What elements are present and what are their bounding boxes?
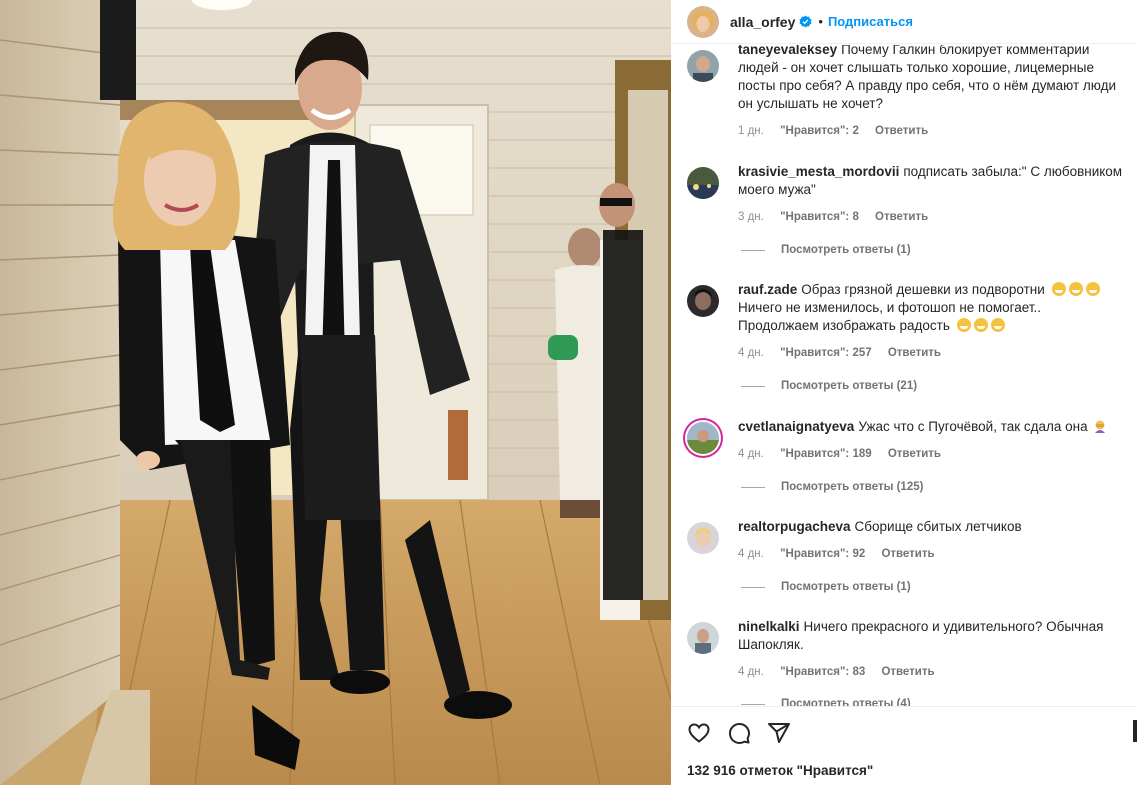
- view-replies-button[interactable]: Посмотреть ответы (21): [741, 380, 917, 392]
- author-username[interactable]: alla_orfey: [730, 14, 795, 30]
- post-image: [0, 0, 671, 785]
- comment-username[interactable]: cvetlanaignatyeva: [738, 419, 854, 434]
- replies-divider: [741, 385, 765, 387]
- post-header: alla_orfey • Подписаться: [671, 0, 1137, 44]
- commenter-avatar[interactable]: [687, 167, 719, 199]
- comment-meta: 3 дн. "Нравится": 8 Ответить: [738, 208, 1123, 226]
- comment-likes[interactable]: "Нравится": 92: [780, 548, 865, 560]
- commenter-avatar[interactable]: [687, 50, 719, 82]
- comment-age[interactable]: 4 дн.: [738, 448, 764, 460]
- comment-age[interactable]: 4 дн.: [738, 347, 764, 359]
- view-replies-label: Посмотреть ответы (1): [781, 581, 911, 593]
- follow-button[interactable]: Подписаться: [828, 14, 913, 29]
- grimacing-face-emoji: [973, 318, 988, 332]
- comment-text: Сборище сбитых летчиков: [854, 519, 1022, 534]
- comment-meta: 1 дн. "Нравится": 2 Ответить: [738, 122, 1123, 140]
- comment-likes[interactable]: "Нравится": 2: [780, 125, 859, 137]
- grimacing-face-emoji: [956, 318, 971, 332]
- reply-button[interactable]: Ответить: [875, 125, 928, 137]
- comment-meta: 4 дн. "Нравится": 189 Ответить: [738, 445, 1123, 463]
- grimacing-face-emoji: [1068, 282, 1083, 296]
- comment-username[interactable]: krasivie_mesta_mordovii: [738, 164, 899, 179]
- replies-divider: [741, 486, 765, 488]
- view-replies-button[interactable]: Посмотреть ответы (4): [741, 698, 911, 706]
- commenter-avatar[interactable]: [687, 285, 719, 317]
- comment-likes[interactable]: "Нравится": 189: [780, 448, 872, 460]
- view-replies-button[interactable]: Посмотреть ответы (125): [741, 481, 923, 493]
- commenter-avatar[interactable]: [687, 622, 719, 654]
- author-avatar[interactable]: [687, 5, 719, 38]
- scrollbar-thumb[interactable]: [1133, 720, 1137, 742]
- view-replies-button[interactable]: Посмотреть ответы (1): [741, 244, 911, 256]
- view-replies-label: Посмотреть ответы (125): [781, 481, 924, 493]
- comment-age[interactable]: 4 дн.: [738, 666, 764, 678]
- comment-meta: 4 дн. "Нравится": 83 Ответить: [738, 663, 1123, 681]
- comment-text: Образ грязной дешевки из подворотни: [801, 282, 1045, 297]
- commenter-avatar[interactable]: [687, 422, 719, 454]
- comment-age[interactable]: 1 дн.: [738, 125, 764, 137]
- comment-meta: 4 дн. "Нравится": 257 Ответить: [738, 344, 1123, 362]
- heart-icon[interactable]: [687, 721, 711, 745]
- view-replies-label: Посмотреть ответы (4): [781, 698, 911, 706]
- comment-age[interactable]: 4 дн.: [738, 548, 764, 560]
- comment-text: Ужас что с Пугочёвой, так сдала она: [858, 419, 1088, 434]
- likes-count[interactable]: 132 916 отметок "Нравится": [687, 763, 873, 778]
- post-photo[interactable]: [0, 0, 671, 785]
- comment-username[interactable]: taneyevaleksey: [738, 45, 837, 57]
- reply-button[interactable]: Ответить: [888, 347, 941, 359]
- comment-username[interactable]: realtorpugacheva: [738, 519, 851, 534]
- comment-likes[interactable]: "Нравится": 257: [780, 347, 872, 359]
- comment-age[interactable]: 3 дн.: [738, 211, 764, 223]
- view-replies-label: Посмотреть ответы (1): [781, 244, 911, 256]
- replies-divider: [741, 249, 765, 251]
- view-replies-label: Посмотреть ответы (21): [781, 380, 918, 392]
- commenter-avatar[interactable]: [687, 522, 719, 554]
- action-icons: [687, 721, 791, 745]
- view-replies-button[interactable]: Посмотреть ответы (1): [741, 581, 911, 593]
- facepalm-emoji: [1093, 419, 1107, 433]
- reply-button[interactable]: Ответить: [881, 666, 934, 678]
- comment-likes[interactable]: "Нравится": 83: [780, 666, 865, 678]
- grimacing-face-emoji: [990, 318, 1005, 332]
- reply-button[interactable]: Ответить: [888, 448, 941, 460]
- post-side-panel: alla_orfey • Подписаться taneyevaleksey П…: [671, 0, 1137, 785]
- comment-username[interactable]: rauf.zade: [738, 282, 797, 297]
- reply-button[interactable]: Ответить: [875, 211, 928, 223]
- comment-likes[interactable]: "Нравится": 8: [780, 211, 859, 223]
- header-separator: •: [818, 14, 823, 29]
- replies-divider: [741, 703, 765, 705]
- comment-username[interactable]: ninelkalki: [738, 619, 800, 634]
- grimacing-face-emoji: [1085, 282, 1100, 296]
- send-icon[interactable]: [767, 721, 791, 745]
- verified-badge-icon: [799, 15, 812, 28]
- comment-meta: 4 дн. "Нравится": 92 Ответить: [738, 545, 1123, 563]
- comments-list[interactable]: taneyevaleksey Почему Галкин блокирует ко…: [671, 45, 1137, 706]
- post-actions: 132 916 отметок "Нравится": [671, 706, 1137, 785]
- comment-icon[interactable]: [727, 721, 751, 745]
- reply-button[interactable]: Ответить: [881, 548, 934, 560]
- grimacing-face-emoji: [1051, 282, 1066, 296]
- replies-divider: [741, 586, 765, 588]
